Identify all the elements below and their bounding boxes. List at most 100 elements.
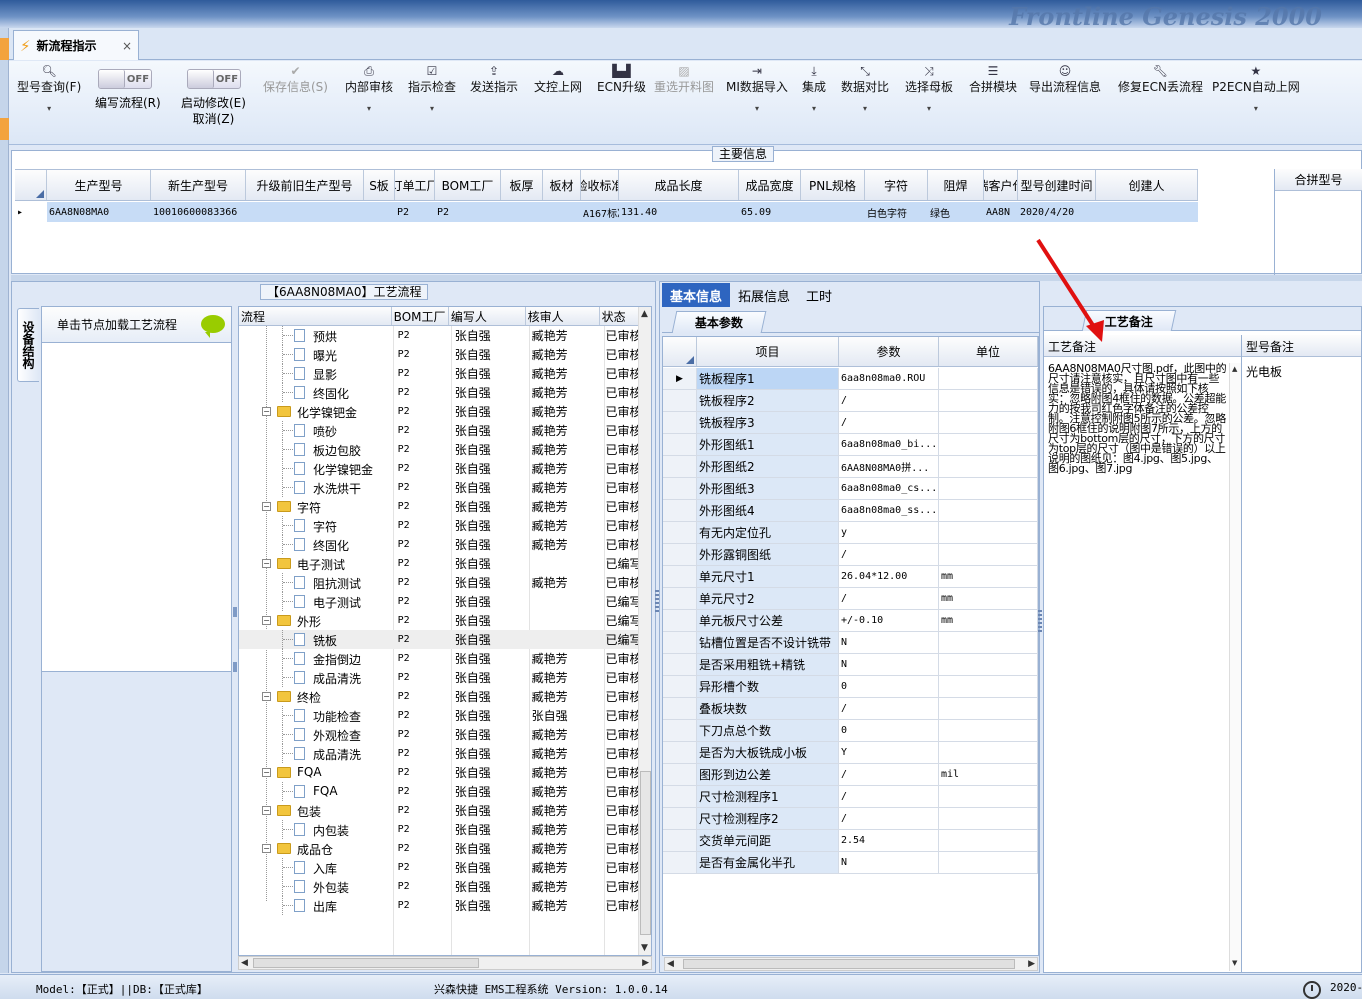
toggle-toggle1[interactable]: OFF [98,69,152,89]
process-tree-row[interactable]: FQA P2 张自强 臧艳芳 已审核 [239,782,639,801]
col-header[interactable]: 板材 [543,170,581,200]
cell[interactable]: AA8N [984,202,1018,222]
cell[interactable] [246,202,364,222]
param-value[interactable]: 0 [839,720,939,742]
main-grid-row[interactable]: ▸6AA8N08MA010010600083366 P2P2 A167标准131.4… [15,202,1198,222]
process-tree-row[interactable]: − 包装 P2 张自强 臧艳芳 已审核 [239,801,639,820]
param-value[interactable]: 6AA8N08MA0拼... [839,456,939,478]
param-unit[interactable] [939,830,1038,852]
vertical-splitter[interactable] [233,302,237,972]
param-row[interactable]: 叠板块数 / [663,698,1038,720]
param-row[interactable]: 尺寸检测程序2/ [663,808,1038,830]
param-unit[interactable] [939,852,1038,874]
param-row[interactable]: 外形图纸2 6AA8N08MA0拼... [663,456,1038,478]
toolbar-button-13[interactable]: ☰ 合拼模块 [969,63,1017,95]
param-unit[interactable] [939,478,1038,500]
close-icon[interactable]: × [122,39,132,53]
scroll-down-icon[interactable]: ▼ [641,943,648,953]
cell[interactable]: 2020/4/20 [1018,202,1096,222]
param-row[interactable]: 外形露铜图纸 / [663,544,1038,566]
process-tree-row[interactable]: 预烘 P2 张自强 臧艳芳 已审核 [239,326,639,345]
col-header[interactable]: 升级前旧生产型号 [246,170,364,200]
col-header[interactable]: 型号创建时间 [1018,170,1096,200]
param-row[interactable]: 外形图纸4 6aa8n08ma0_ss... [663,500,1038,522]
toolbar-button-10[interactable]: ⤓ 集成 ▾ [802,63,826,117]
param-value[interactable]: N [839,632,939,654]
param-unit[interactable] [939,698,1038,720]
collapse-icon[interactable]: − [262,844,271,853]
chevron-down-icon[interactable]: ▾ [17,101,81,117]
tab-equipment-structure[interactable]: 设备结构 [17,308,39,382]
process-tree-row[interactable]: 化学镍钯金 P2 张自强 臧艳芳 已审核 [239,459,639,478]
process-tree-row[interactable]: − 电子测试 P2 张自强 已编写 [239,554,639,573]
scroll-thumb[interactable] [683,959,1015,969]
scroll-left-icon[interactable]: ◀ [667,959,674,969]
param-value[interactable]: 6aa8n08ma0_ss... [839,500,939,522]
toolbar-button-14[interactable]: ☺ 导出流程信息 [1029,63,1101,95]
cell[interactable]: 白色字符 [865,202,928,222]
process-tree-row[interactable]: 入库 P2 张自强 臧艳芳 已审核 [239,858,639,877]
process-tree-row[interactable]: 功能检查 P2 张自强 张自强 已审核 [239,706,639,725]
cell[interactable]: 65.09 [739,202,801,222]
param-unit[interactable] [939,544,1038,566]
toolbar-button-3[interactable]: ⎙ 内部审核 ▾ [345,63,393,117]
cell[interactable]: P2 [435,202,501,222]
process-tree-row[interactable]: 外包装 P2 张自强 臧艳芳 已审核 [239,877,639,896]
horizontal-scrollbar[interactable]: ◀ ▶ [664,957,1038,971]
speech-bubble-icon[interactable] [201,315,225,338]
param-value[interactable]: 6aa8n08ma0_cs... [839,478,939,500]
param-value[interactable]: N [839,852,939,874]
param-unit[interactable] [939,808,1038,830]
cell[interactable]: 6AA8N08MA0 [47,202,151,222]
col-header[interactable]: 板厚 [501,170,543,200]
cell[interactable] [801,202,865,222]
col-header[interactable]: 生产型号 [47,170,151,200]
col-header[interactable]: 新生产型号 [151,170,246,200]
param-row[interactable]: 异形槽个数 0 [663,676,1038,698]
toolbar-button-9[interactable]: ⇥ MI数据导入 ▾ [726,63,788,117]
cell[interactable]: 131.40 [619,202,739,222]
param-unit[interactable] [939,522,1038,544]
process-tree-row[interactable]: − 化学镍钯金 P2 张自强 臧艳芳 已审核 [239,402,639,421]
scroll-right-icon[interactable]: ▶ [642,958,649,968]
process-tree-row[interactable]: 板边包胶 P2 张自强 臧艳芳 已审核 [239,440,639,459]
tab-basic-info[interactable]: 基本信息 [662,283,731,307]
param-unit[interactable] [939,676,1038,698]
param-row[interactable]: 铣板程序3/ [663,412,1038,434]
param-value[interactable]: +/-0.10 [839,610,939,632]
tree-col-header[interactable]: 编写人 [449,307,526,325]
param-value[interactable]: / [839,808,939,830]
toolbar-button-7[interactable]: ▙▟ ECN升级 [597,63,646,95]
param-unit[interactable] [939,742,1038,764]
col-header[interactable]: BOM工厂 [435,170,501,200]
model-remark-text[interactable]: 光电板 [1246,363,1282,380]
param-unit[interactable] [939,456,1038,478]
process-tree-row[interactable]: 阻抗测试 P2 张自强 臧艳芳 已审核 [239,573,639,592]
process-tree-row[interactable]: − 终检 P2 张自强 臧艳芳 已审核 [239,687,639,706]
param-unit[interactable] [939,412,1038,434]
param-value[interactable]: Y [839,742,939,764]
cell[interactable] [543,202,581,222]
process-tree-row[interactable]: 出库 P2 张自强 臧艳芳 已审核 [239,896,639,915]
col-header[interactable]: 订单工厂 [395,170,435,200]
cell[interactable] [1096,202,1198,222]
chevron-down-icon[interactable]: ▾ [345,101,393,117]
param-row[interactable]: 单元尺寸2/mm [663,588,1038,610]
param-row[interactable]: 外形图纸3 6aa8n08ma0_cs... [663,478,1038,500]
process-tree-row[interactable]: − FQA P2 张自强 臧艳芳 已审核 [239,763,639,782]
toolbar-button-1[interactable]: 🔍︎ 型号查询(F) ▾ [17,63,81,117]
param-value[interactable]: / [839,764,939,786]
param-row[interactable]: 下刀点总个数 0 [663,720,1038,742]
process-tree-row[interactable]: − 外形 P2 张自强 已编写 [239,611,639,630]
param-value[interactable]: y [839,522,939,544]
toolbar-button-15[interactable]: 🔧︎ 修复ECN丢流程 [1118,63,1203,95]
param-unit[interactable] [939,720,1038,742]
toggle-sub-label[interactable]: 取消(Z) [181,111,246,127]
col-header[interactable]: 创建人 [1096,170,1198,200]
process-remark-text[interactable]: 6AA8N08MA0尺寸图.pdf，此图中的尺寸请注意核实，且尺寸图中有一些信息… [1048,363,1228,474]
param-row[interactable]: 尺寸检测程序1/ [663,786,1038,808]
scroll-thumb[interactable] [640,771,651,935]
col-header[interactable]: 成品长度 [619,170,739,200]
param-row[interactable]: 是否为大板铣成小板 Y [663,742,1038,764]
cell[interactable] [501,202,543,222]
